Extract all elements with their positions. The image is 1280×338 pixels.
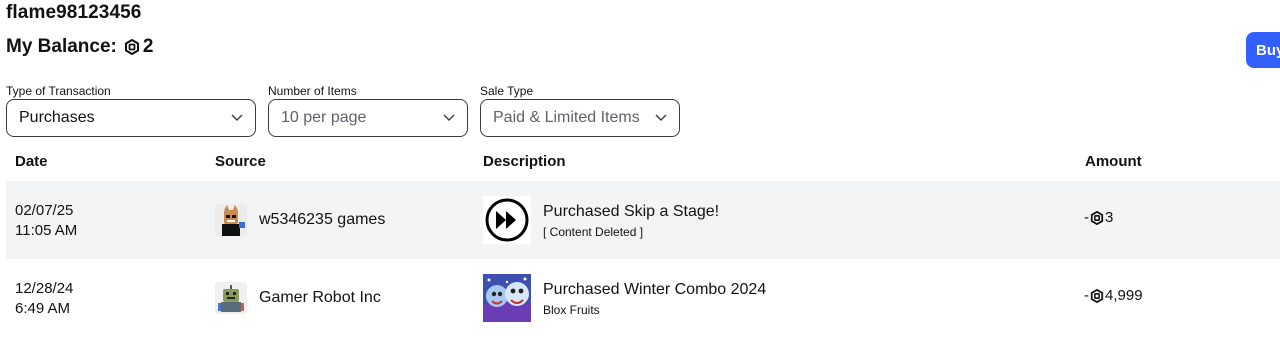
- column-header-date: Date: [15, 153, 48, 170]
- row-date: 02/07/25 11:05 AM: [15, 201, 77, 241]
- items-count-label: Number of Items: [268, 84, 357, 98]
- description-title[interactable]: Purchased Skip a Stage!: [543, 203, 719, 221]
- winter-combo-thumbnail[interactable]: [483, 274, 531, 322]
- chevron-down-icon: [655, 114, 667, 121]
- robot-group-icon[interactable]: [215, 282, 247, 314]
- row-date-time: 6:49 AM: [15, 300, 71, 317]
- amount-sign: -: [1084, 287, 1089, 304]
- items-count-value: 10 per page: [281, 109, 367, 126]
- row-date-time: 11:05 AM: [15, 222, 78, 239]
- sale-type-label: Sale Type: [480, 84, 534, 98]
- amount: - 3: [1084, 209, 1113, 226]
- sale-type-select[interactable]: Paid & Limited Items: [480, 99, 680, 137]
- chevron-down-icon: [443, 114, 455, 121]
- column-header-amount: Amount: [1085, 153, 1142, 170]
- row-date-day: 12/28/24: [15, 280, 74, 297]
- row-date: 12/28/24 6:49 AM: [15, 279, 73, 319]
- description-subtitle: [ Content Deleted ]: [543, 225, 644, 239]
- amount-sign: -: [1084, 209, 1089, 226]
- transactions-page: flame98123456 My Balance: 2 Buy Type of …: [0, 0, 1280, 338]
- transaction-type-select[interactable]: Purchases: [6, 99, 256, 137]
- description-title[interactable]: Purchased Winter Combo 2024: [543, 281, 766, 299]
- balance-label: My Balance:: [6, 36, 117, 57]
- transaction-type-value: Purchases: [19, 109, 95, 126]
- source-link[interactable]: Gamer Robot Inc: [259, 289, 381, 307]
- balance: My Balance: 2: [6, 36, 153, 58]
- robux-icon: [1090, 210, 1104, 225]
- table-row: 12/28/24 6:49 AM Gamer Robot Inc Purchas…: [6, 259, 1280, 337]
- transaction-type-label: Type of Transaction: [6, 84, 111, 98]
- amount-value: 4,999: [1105, 287, 1143, 304]
- description-subtitle[interactable]: Blox Fruits: [543, 303, 600, 317]
- robux-icon: [124, 39, 139, 55]
- table-row: 02/07/25 11:05 AM w5346235 games Purchas…: [6, 181, 1280, 259]
- chevron-down-icon: [231, 114, 243, 121]
- row-date-day: 02/07/25: [15, 202, 74, 219]
- column-header-source: Source: [215, 153, 266, 170]
- fast-forward-icon[interactable]: [483, 196, 531, 244]
- amount-value: 3: [1105, 209, 1114, 226]
- column-header-description: Description: [483, 153, 566, 170]
- sale-type-value: Paid & Limited Items: [493, 109, 640, 126]
- source-link[interactable]: w5346235 games: [259, 211, 385, 229]
- buy-robux-button[interactable]: Buy: [1246, 32, 1280, 68]
- items-count-select[interactable]: 10 per page: [268, 99, 468, 137]
- balance-value: 2: [142, 36, 154, 57]
- username: flame98123456: [6, 2, 142, 23]
- avatar-icon[interactable]: [215, 204, 247, 236]
- robux-icon: [1090, 288, 1104, 303]
- amount: - 4,999: [1084, 287, 1143, 304]
